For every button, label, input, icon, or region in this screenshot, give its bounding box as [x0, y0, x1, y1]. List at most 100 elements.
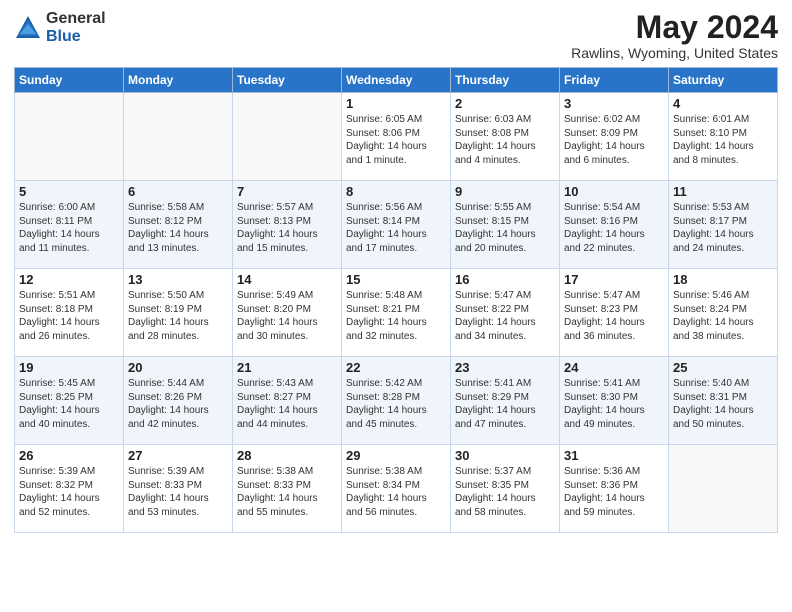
day-info: Sunrise: 5:39 AM Sunset: 8:32 PM Dayligh… — [19, 465, 119, 519]
calendar-cell: 3 Sunrise: 6:02 AM Sunset: 8:09 PM Daylig… — [560, 93, 669, 181]
logo: General Blue — [14, 10, 106, 45]
calendar-cell: 6 Sunrise: 5:58 AM Sunset: 8:12 PM Daylig… — [124, 181, 233, 269]
day-info: Sunrise: 5:43 AM Sunset: 8:27 PM Dayligh… — [237, 377, 337, 431]
day-info: Sunrise: 5:54 AM Sunset: 8:16 PM Dayligh… — [564, 201, 664, 255]
calendar-cell: 20 Sunrise: 5:44 AM Sunset: 8:26 PM Dayli… — [124, 357, 233, 445]
calendar-header-row: Sunday Monday Tuesday Wednesday Thursday… — [15, 68, 778, 93]
day-number: 10 — [564, 184, 664, 199]
day-info: Sunrise: 5:50 AM Sunset: 8:19 PM Dayligh… — [128, 289, 228, 343]
calendar-cell: 9 Sunrise: 5:55 AM Sunset: 8:15 PM Daylig… — [451, 181, 560, 269]
calendar-cell — [124, 93, 233, 181]
col-friday: Friday — [560, 68, 669, 93]
day-number: 23 — [455, 360, 555, 375]
day-info: Sunrise: 5:47 AM Sunset: 8:23 PM Dayligh… — [564, 289, 664, 343]
calendar-cell: 4 Sunrise: 6:01 AM Sunset: 8:10 PM Daylig… — [669, 93, 778, 181]
day-number: 4 — [673, 96, 773, 111]
day-number: 1 — [346, 96, 446, 111]
calendar-week-2: 12 Sunrise: 5:51 AM Sunset: 8:18 PM Dayli… — [15, 269, 778, 357]
day-number: 3 — [564, 96, 664, 111]
logo-blue: Blue — [46, 28, 106, 46]
day-number: 27 — [128, 448, 228, 463]
day-info: Sunrise: 5:53 AM Sunset: 8:17 PM Dayligh… — [673, 201, 773, 255]
day-number: 5 — [19, 184, 119, 199]
day-number: 14 — [237, 272, 337, 287]
day-info: Sunrise: 5:37 AM Sunset: 8:35 PM Dayligh… — [455, 465, 555, 519]
day-info: Sunrise: 5:36 AM Sunset: 8:36 PM Dayligh… — [564, 465, 664, 519]
title-block: May 2024 Rawlins, Wyoming, United States — [571, 10, 778, 61]
day-number: 9 — [455, 184, 555, 199]
day-info: Sunrise: 5:38 AM Sunset: 8:33 PM Dayligh… — [237, 465, 337, 519]
calendar-cell: 5 Sunrise: 6:00 AM Sunset: 8:11 PM Daylig… — [15, 181, 124, 269]
day-number: 31 — [564, 448, 664, 463]
day-number: 19 — [19, 360, 119, 375]
day-number: 28 — [237, 448, 337, 463]
calendar-cell: 10 Sunrise: 5:54 AM Sunset: 8:16 PM Dayli… — [560, 181, 669, 269]
day-info: Sunrise: 6:02 AM Sunset: 8:09 PM Dayligh… — [564, 113, 664, 167]
day-info: Sunrise: 5:55 AM Sunset: 8:15 PM Dayligh… — [455, 201, 555, 255]
calendar-cell: 26 Sunrise: 5:39 AM Sunset: 8:32 PM Dayli… — [15, 445, 124, 533]
location: Rawlins, Wyoming, United States — [571, 45, 778, 61]
calendar-cell: 21Sunrise: 5:43 AM Sunset: 8:27 PM Dayli… — [233, 357, 342, 445]
day-info: Sunrise: 5:56 AM Sunset: 8:14 PM Dayligh… — [346, 201, 446, 255]
day-info: Sunrise: 6:00 AM Sunset: 8:11 PM Dayligh… — [19, 201, 119, 255]
day-info: Sunrise: 6:01 AM Sunset: 8:10 PM Dayligh… — [673, 113, 773, 167]
calendar-cell: 7Sunrise: 5:57 AM Sunset: 8:13 PM Daylig… — [233, 181, 342, 269]
calendar-cell: 15Sunrise: 5:48 AM Sunset: 8:21 PM Dayli… — [342, 269, 451, 357]
day-info: Sunrise: 5:41 AM Sunset: 8:29 PM Dayligh… — [455, 377, 555, 431]
col-wednesday: Wednesday — [342, 68, 451, 93]
day-number: 7 — [237, 184, 337, 199]
day-info: Sunrise: 5:38 AM Sunset: 8:34 PM Dayligh… — [346, 465, 446, 519]
calendar-cell: 1 Sunrise: 6:05 AM Sunset: 8:06 PM Daylig… — [342, 93, 451, 181]
day-info: Sunrise: 5:44 AM Sunset: 8:26 PM Dayligh… — [128, 377, 228, 431]
day-number: 20 — [128, 360, 228, 375]
day-number: 29 — [346, 448, 446, 463]
calendar-cell: 8 Sunrise: 5:56 AM Sunset: 8:14 PM Daylig… — [342, 181, 451, 269]
day-number: 12 — [19, 272, 119, 287]
header: General Blue May 2024 Rawlins, Wyoming, … — [14, 10, 778, 61]
day-info: Sunrise: 5:49 AM Sunset: 8:20 PM Dayligh… — [237, 289, 337, 343]
day-number: 30 — [455, 448, 555, 463]
calendar-week-1: 5 Sunrise: 6:00 AM Sunset: 8:11 PM Daylig… — [15, 181, 778, 269]
day-number: 15 — [346, 272, 446, 287]
calendar: Sunday Monday Tuesday Wednesday Thursday… — [14, 67, 778, 533]
day-number: 18 — [673, 272, 773, 287]
day-info: Sunrise: 5:42 AM Sunset: 8:28 PM Dayligh… — [346, 377, 446, 431]
day-info: Sunrise: 5:41 AM Sunset: 8:30 PM Dayligh… — [564, 377, 664, 431]
logo-icon — [14, 14, 42, 42]
calendar-cell: 25 Sunrise: 5:40 AM Sunset: 8:31 PM Dayli… — [669, 357, 778, 445]
calendar-cell: 2Sunrise: 6:03 AM Sunset: 8:08 PM Daylig… — [451, 93, 560, 181]
calendar-cell: 17Sunrise: 5:47 AM Sunset: 8:23 PM Dayli… — [560, 269, 669, 357]
col-saturday: Saturday — [669, 68, 778, 93]
day-number: 6 — [128, 184, 228, 199]
calendar-cell: 19 Sunrise: 5:45 AM Sunset: 8:25 PM Dayli… — [15, 357, 124, 445]
day-number: 11 — [673, 184, 773, 199]
day-info: Sunrise: 5:40 AM Sunset: 8:31 PM Dayligh… — [673, 377, 773, 431]
calendar-cell: 30 Sunrise: 5:37 AM Sunset: 8:35 PM Dayli… — [451, 445, 560, 533]
day-info: Sunrise: 5:58 AM Sunset: 8:12 PM Dayligh… — [128, 201, 228, 255]
day-info: Sunrise: 6:05 AM Sunset: 8:06 PM Dayligh… — [346, 113, 446, 167]
calendar-cell: 14 Sunrise: 5:49 AM Sunset: 8:20 PM Dayli… — [233, 269, 342, 357]
calendar-cell: 23 Sunrise: 5:41 AM Sunset: 8:29 PM Dayli… — [451, 357, 560, 445]
day-info: Sunrise: 5:45 AM Sunset: 8:25 PM Dayligh… — [19, 377, 119, 431]
day-number: 26 — [19, 448, 119, 463]
calendar-cell — [669, 445, 778, 533]
day-number: 8 — [346, 184, 446, 199]
calendar-cell: 24Sunrise: 5:41 AM Sunset: 8:30 PM Dayli… — [560, 357, 669, 445]
day-number: 22 — [346, 360, 446, 375]
day-info: Sunrise: 5:47 AM Sunset: 8:22 PM Dayligh… — [455, 289, 555, 343]
page: General Blue May 2024 Rawlins, Wyoming, … — [0, 0, 792, 612]
calendar-cell: 28 Sunrise: 5:38 AM Sunset: 8:33 PM Dayli… — [233, 445, 342, 533]
calendar-week-0: 1 Sunrise: 6:05 AM Sunset: 8:06 PM Daylig… — [15, 93, 778, 181]
day-number: 13 — [128, 272, 228, 287]
day-info: Sunrise: 5:39 AM Sunset: 8:33 PM Dayligh… — [128, 465, 228, 519]
calendar-week-3: 19 Sunrise: 5:45 AM Sunset: 8:25 PM Dayli… — [15, 357, 778, 445]
calendar-cell: 18Sunrise: 5:46 AM Sunset: 8:24 PM Dayli… — [669, 269, 778, 357]
calendar-cell: 16Sunrise: 5:47 AM Sunset: 8:22 PM Dayli… — [451, 269, 560, 357]
calendar-cell: 31 Sunrise: 5:36 AM Sunset: 8:36 PM Dayli… — [560, 445, 669, 533]
day-number: 25 — [673, 360, 773, 375]
day-number: 2 — [455, 96, 555, 111]
calendar-week-4: 26 Sunrise: 5:39 AM Sunset: 8:32 PM Dayli… — [15, 445, 778, 533]
calendar-cell: 13 Sunrise: 5:50 AM Sunset: 8:19 PM Dayli… — [124, 269, 233, 357]
day-info: Sunrise: 5:51 AM Sunset: 8:18 PM Dayligh… — [19, 289, 119, 343]
calendar-cell — [233, 93, 342, 181]
